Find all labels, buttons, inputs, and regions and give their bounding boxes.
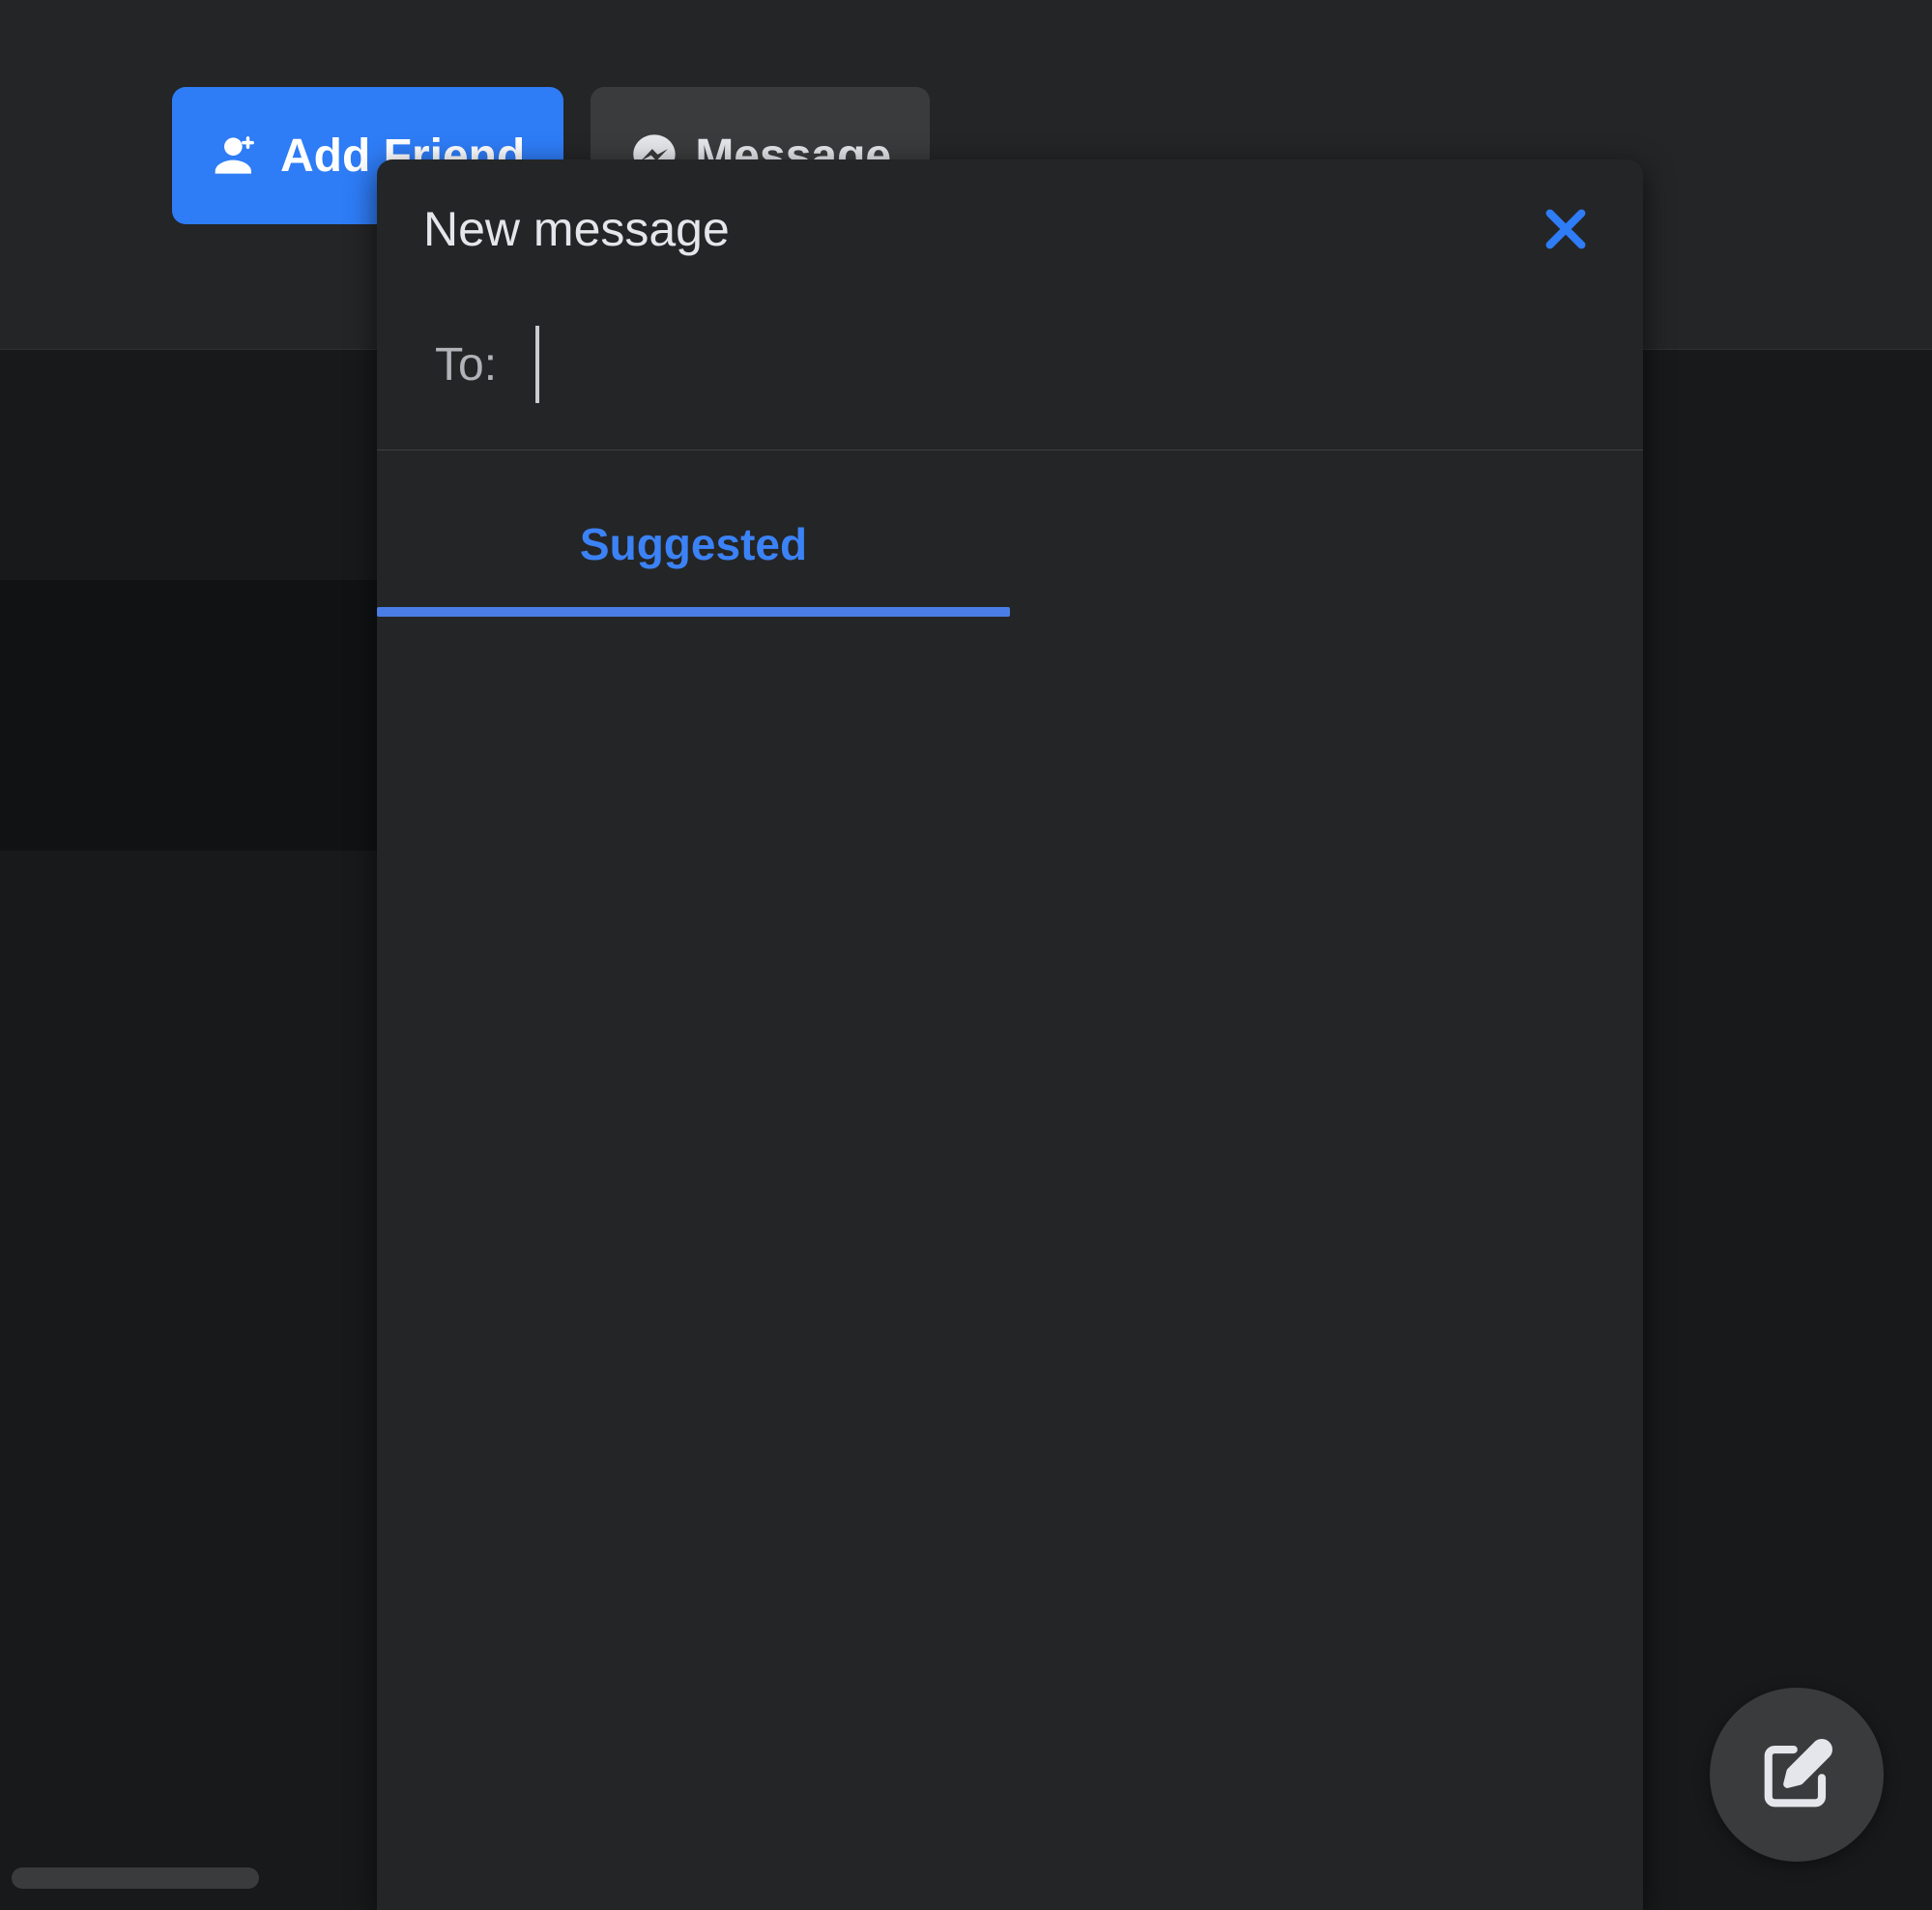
recipient-row[interactable]: To: <box>377 299 1643 450</box>
compose-icon <box>1759 1737 1834 1812</box>
close-icon <box>1539 202 1593 256</box>
compose-tabs: Suggested <box>377 450 1643 617</box>
add-friend-icon <box>211 129 265 183</box>
text-cursor <box>535 326 539 403</box>
popover-header: New message <box>377 159 1643 299</box>
tab-suggested[interactable]: Suggested <box>377 479 1010 617</box>
to-label: To: <box>435 338 497 391</box>
suggested-list <box>377 617 1643 1910</box>
bottom-scroll-indicator <box>12 1867 259 1889</box>
tab-suggested-label: Suggested <box>580 519 807 569</box>
side-panel-strip <box>0 580 377 851</box>
compose-fab[interactable] <box>1710 1688 1884 1862</box>
recipient-input[interactable] <box>588 326 1585 403</box>
close-button[interactable] <box>1535 198 1597 260</box>
new-message-popover: New message To: Suggested <box>377 159 1643 1910</box>
popover-title: New message <box>423 201 730 257</box>
